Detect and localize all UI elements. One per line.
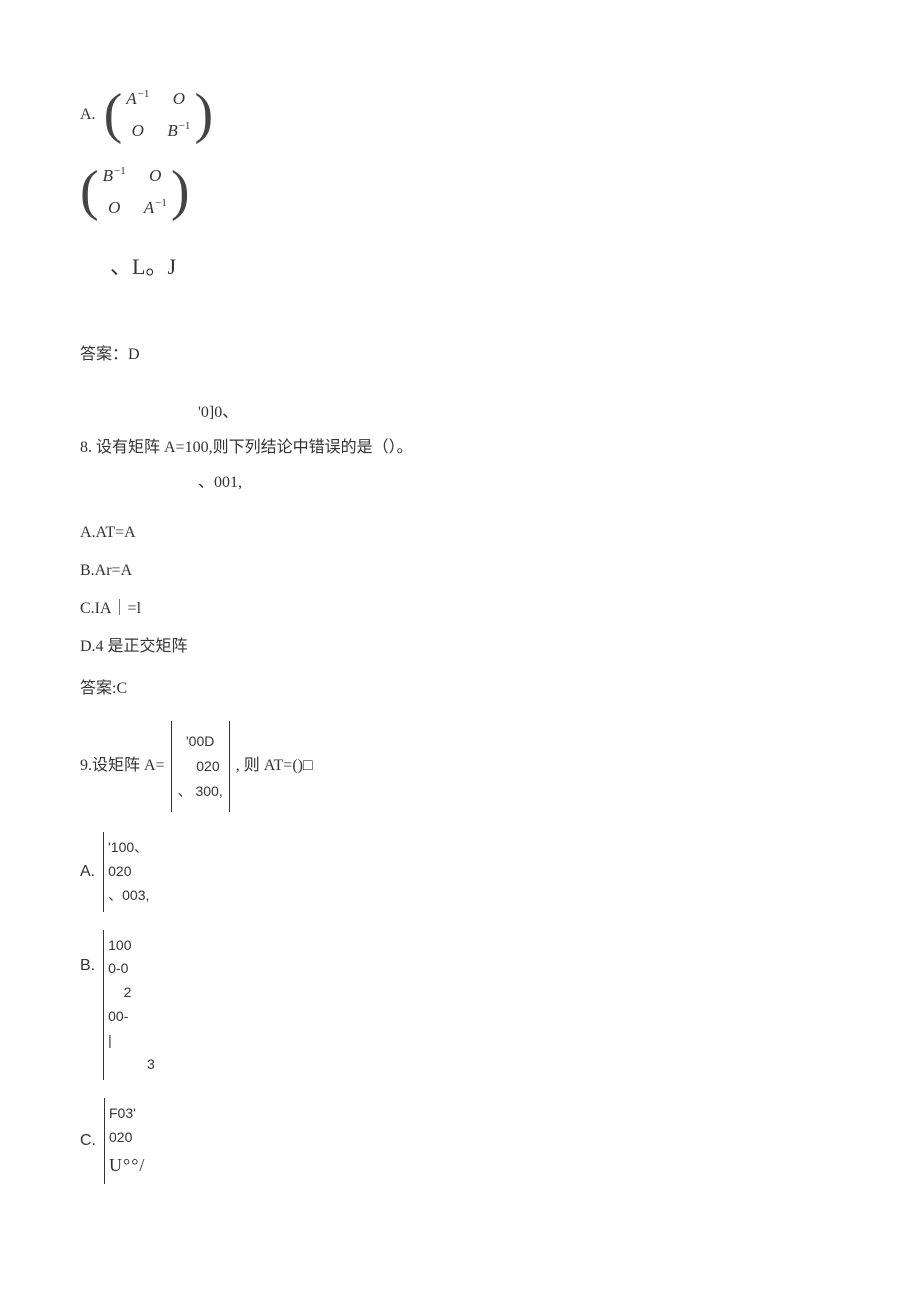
q8-main: 8. 设有矩阵 A=100,则下列结论中错误的是（）。: [80, 430, 840, 465]
q9-opt-b-matrix: 100 0-0 2 00- | 3: [103, 930, 157, 1081]
q9a-r3: 、003,: [108, 884, 149, 908]
cell-a22: B−1: [167, 118, 190, 144]
q9-m-r2: 020: [178, 754, 223, 779]
q9-opt-b: B. 100 0-0 2 00- | 3: [80, 930, 840, 1081]
q8-top: '0]0、: [198, 395, 840, 430]
q8-bottom: 、001,: [198, 465, 840, 500]
q8-block: '0]0、 8. 设有矩阵 A=100,则下列结论中错误的是（）。 、001,: [80, 395, 840, 501]
q9-opt-c-label: C.: [80, 1129, 96, 1153]
right-paren-icon: [171, 169, 190, 214]
q9b-r1: 100: [108, 934, 155, 958]
q9-opt-a: A. '100、 020 、003,: [80, 832, 840, 911]
matrix-a-grid: A−1 O O B−1: [126, 86, 190, 143]
right-paren-icon: [194, 92, 213, 137]
left-paren-icon: [80, 169, 99, 214]
q8-opt-a: A.AT=A: [80, 521, 840, 545]
q9-matrix: '00D 020 、 300,: [171, 721, 230, 813]
left-paren-icon: [104, 92, 123, 137]
q9a-r1: '100、: [108, 836, 149, 860]
option-a-matrix: A. A−1 O O B−1: [80, 86, 840, 143]
q9-opt-a-label: A.: [80, 860, 95, 884]
option-a2-matrix: B−1 O O A−1: [80, 163, 840, 220]
q9b-r3: 2: [108, 981, 155, 1005]
cell-a21: O: [126, 118, 149, 144]
q8-opt-c: C.IA｜=l: [80, 597, 840, 621]
option-a-label: A.: [80, 103, 96, 127]
q9b-r5: |: [108, 1029, 155, 1053]
cell-b22: A−1: [144, 195, 167, 221]
cell-b11: B−1: [103, 163, 126, 189]
q8-opt-d: D.4 是正交矩阵: [80, 635, 840, 659]
q8-answer: 答案:C: [80, 677, 840, 701]
q9a-r2: 020: [108, 860, 149, 884]
cell-a11: A−1: [126, 86, 149, 112]
q9-m-r1: '00D: [178, 729, 223, 754]
q9-prefix: 9.设矩阵 A=: [80, 754, 165, 778]
q9-opt-c-matrix: F03' 020 U°°/: [104, 1098, 147, 1184]
q9-suffix: , 则 AT=()□: [236, 754, 313, 778]
q8-opt-b: B.Ar=A: [80, 559, 840, 583]
lj-text: 、L。J: [110, 250, 840, 283]
q9-row: 9.设矩阵 A= '00D 020 、 300, , 则 AT=()□: [80, 721, 840, 813]
q9b-r4: 00-: [108, 1005, 155, 1029]
q9c-r2: 020: [109, 1126, 145, 1150]
cell-b12: O: [144, 163, 167, 189]
matrix-a2-grid: B−1 O O A−1: [103, 163, 167, 220]
q9b-r2: 0-0: [108, 957, 155, 981]
q9-opt-a-matrix: '100、 020 、003,: [103, 832, 151, 911]
q9c-r3: U°°/: [109, 1150, 145, 1181]
answer-7: 答案：D: [80, 343, 840, 367]
q9-opt-b-label: B.: [80, 954, 95, 978]
q9-opt-c: C. F03' 020 U°°/: [80, 1098, 840, 1184]
q9c-r1: F03': [109, 1102, 145, 1126]
cell-b21: O: [103, 195, 126, 221]
cell-a12: O: [167, 86, 190, 112]
q9b-r6: 3: [108, 1053, 155, 1077]
q9-m-r3: 、 300,: [178, 779, 223, 804]
